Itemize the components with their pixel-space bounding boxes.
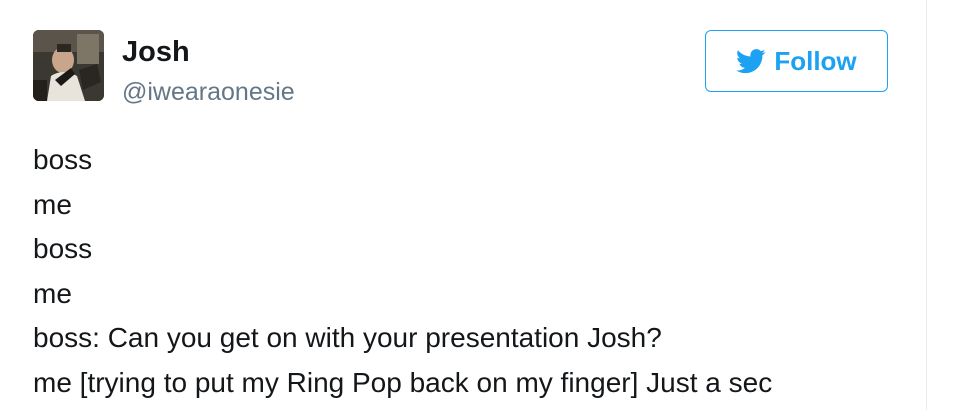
author-name[interactable]: Josh (122, 34, 190, 70)
tweet-line: me (33, 277, 72, 309)
follow-button[interactable]: Follow (705, 30, 888, 92)
tweet-line: me (33, 188, 72, 220)
tweet-line: boss (33, 144, 93, 175)
tweet-card: Josh @iwearaonesie Follow boss me boss m… (0, 0, 926, 410)
avatar[interactable] (33, 30, 104, 101)
tweet-line: boss: Can you get on with your presentat… (33, 322, 662, 353)
twitter-bird-icon (736, 48, 766, 74)
tweet-line: boss (33, 233, 93, 264)
tweet-text: boss me boss me boss: Can you get on wit… (33, 138, 913, 405)
tweet-line: me [trying to put my Ring Pop back on my… (33, 366, 773, 398)
follow-label: Follow (774, 46, 857, 76)
author-handle[interactable]: @iwearaonesie (122, 76, 295, 108)
page-edge (926, 0, 954, 410)
